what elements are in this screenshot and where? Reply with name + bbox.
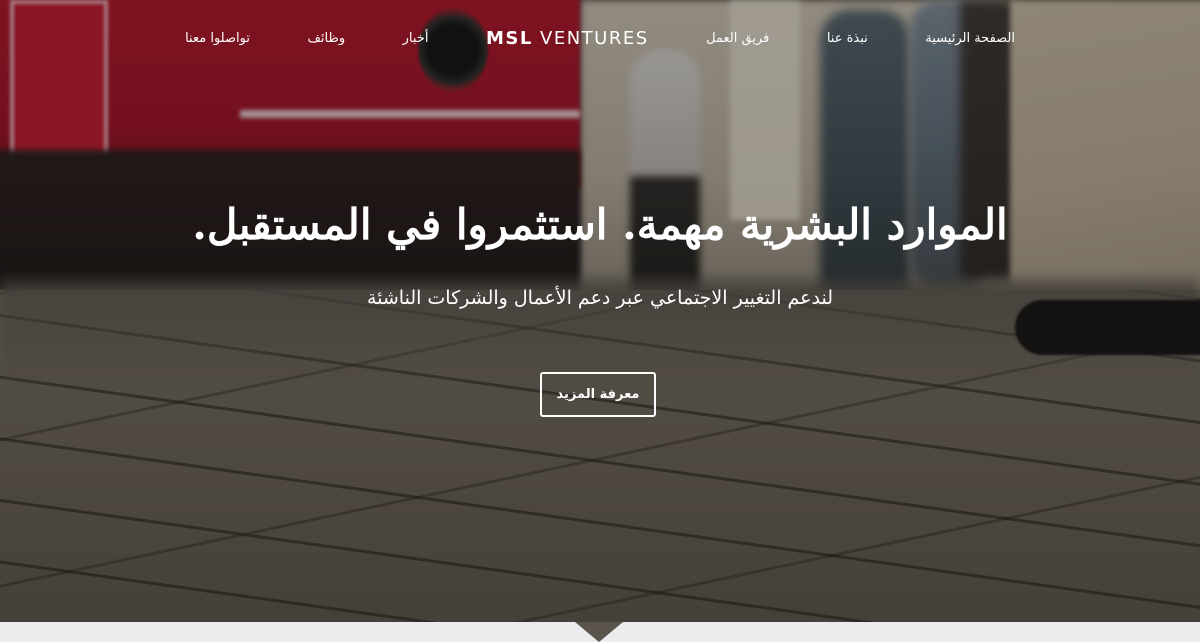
hero-headline: الموارد البشرية مهمة. استثمروا في المستق… [192,200,1008,249]
nav-item-team[interactable]: فريق العمل [706,31,769,46]
learn-more-button[interactable]: معرفة المزيد [540,372,656,417]
nav-item-news[interactable]: أخبار [403,31,429,46]
hero-subline: لندعم التغيير الاجتماعي عبر دعم الأعمال … [366,287,834,309]
brand-rest: VENTURES [532,27,649,49]
section-arrow-notch [575,622,623,642]
nav-item-home[interactable]: الصفحة الرئيسية [925,31,1015,46]
nav-inner: الصفحة الرئيسية نبذة عنا فريق العمل MSL … [185,28,1015,49]
brand-logo[interactable]: MSL VENTURES [486,28,649,49]
nav-item-jobs[interactable]: وظائف [307,31,345,46]
nav-item-about[interactable]: نبذة عنا [827,31,868,46]
hero-overlay [0,0,1200,622]
main-nav: الصفحة الرئيسية نبذة عنا فريق العمل MSL … [0,0,1200,76]
hero-section: الصفحة الرئيسية نبذة عنا فريق العمل MSL … [0,0,1200,622]
nav-item-contact[interactable]: تواصلوا معنا [185,31,250,46]
brand-bold: MSL [485,27,533,49]
